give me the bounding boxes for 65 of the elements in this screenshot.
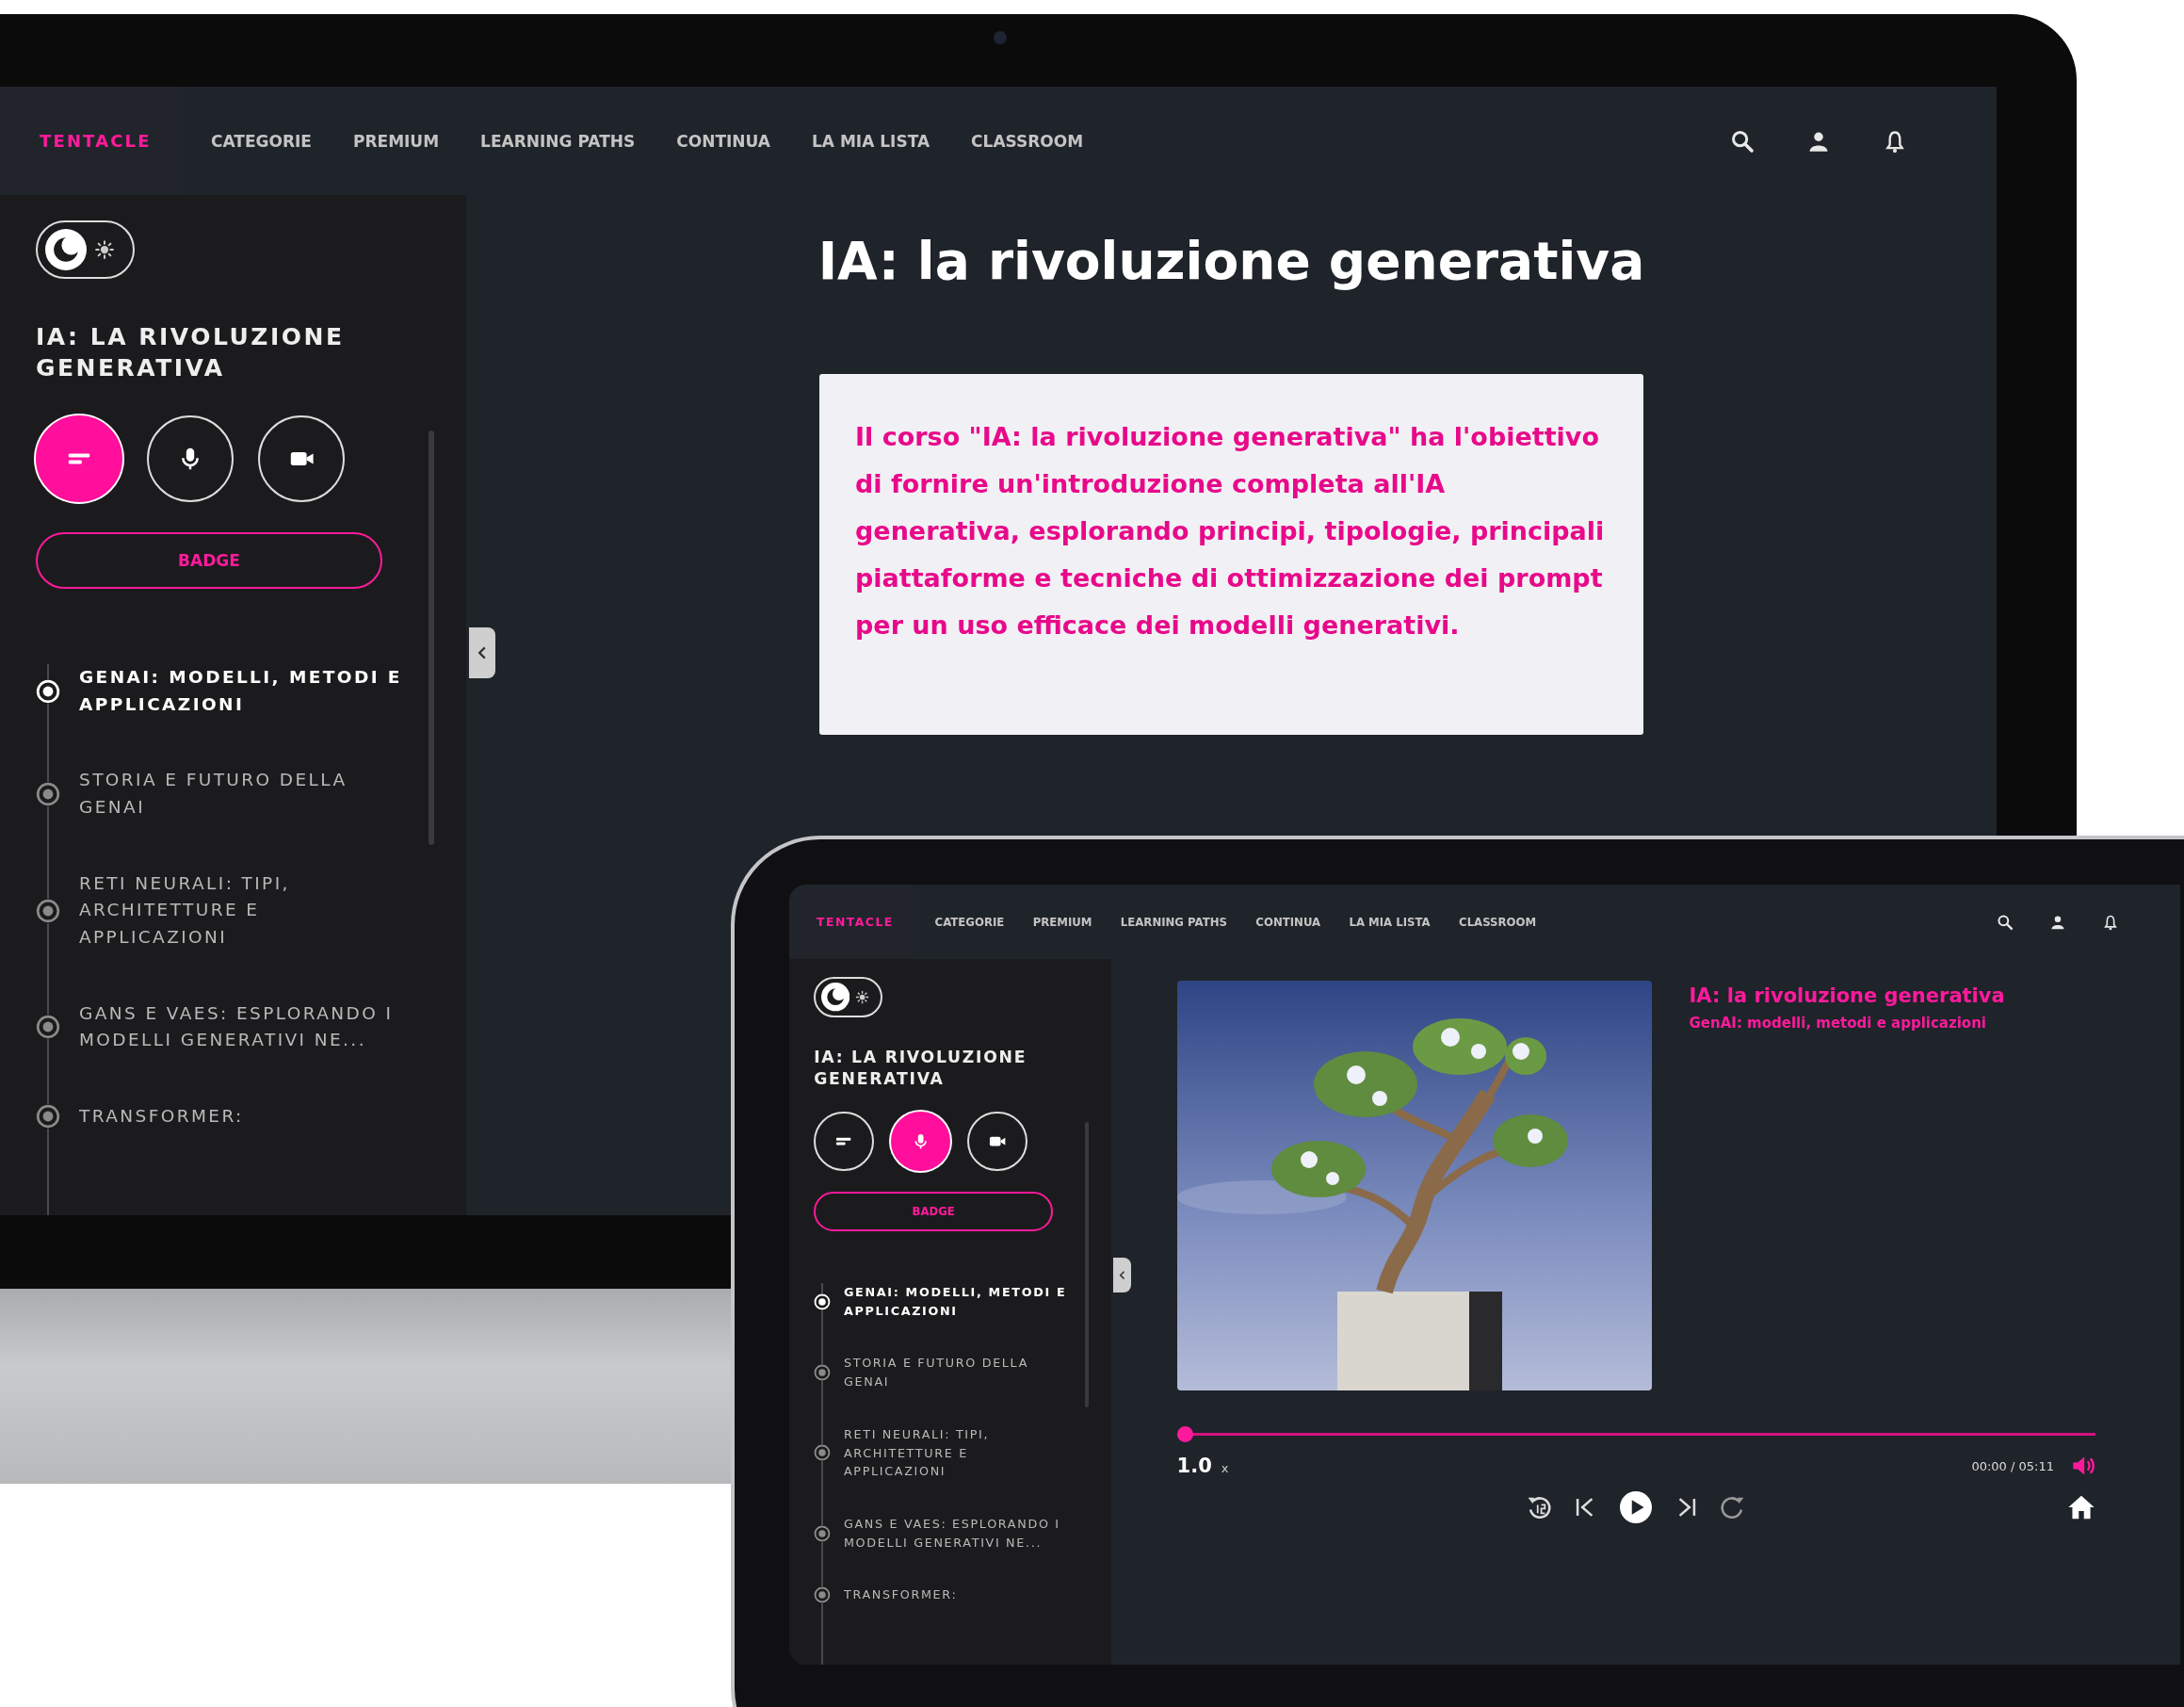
playback-speed[interactable]: 1.0 xyxy=(1176,1455,1212,1478)
progress-thumb[interactable] xyxy=(1176,1426,1193,1443)
search-icon[interactable] xyxy=(1996,913,2014,931)
nav-link[interactable]: CLASSROOM xyxy=(1459,915,1537,929)
chapter-link[interactable]: GANS E VAES: ESPLORANDO I MODELLI GENERATIVI NE... xyxy=(814,1515,1071,1553)
course-title: IA: LA RIVOLUZIONE GENERATIVA xyxy=(36,322,346,383)
course-description: Il corso "IA: la rivoluzione generativa" ha l'obiettivo di fornire un'introduzione completa all'IA generativa, esplorando principi, tipologie, principali piattaforme e tecniche di ottimizzazione dei prompt per un uso efficace dei modelli generativi. xyxy=(855,421,1606,642)
nav-link[interactable]: CONTINUA xyxy=(676,131,770,151)
radio-dot-icon xyxy=(814,1444,832,1462)
scrollbar[interactable] xyxy=(429,431,434,845)
brand-logo[interactable]: TENTACLE xyxy=(40,131,152,151)
theme-toggle[interactable] xyxy=(36,220,135,279)
sun-icon xyxy=(94,239,115,260)
badge-button[interactable]: BADGE xyxy=(36,532,382,589)
theme-toggle[interactable] xyxy=(814,976,882,1017)
chapter-link[interactable]: GENAI: MODELLI, METODI E APPLICAZIONI xyxy=(36,664,408,719)
nav-link[interactable]: LEARNING PATHS xyxy=(480,131,636,151)
brand-logo[interactable]: TENTACLE xyxy=(816,915,894,930)
sun-icon xyxy=(854,989,869,1004)
collapse-icon[interactable] xyxy=(469,627,495,678)
playback-time: 00:00 / 05:11 xyxy=(1971,1458,2054,1473)
search-icon[interactable] xyxy=(1730,128,1755,154)
moon-icon xyxy=(820,983,850,1012)
chapter-link[interactable]: RETI NEURALI: TIPI, ARCHITETTURE E APPLICAZIONI xyxy=(814,1424,1071,1482)
audio-mode-button[interactable] xyxy=(890,1111,951,1172)
collapse-icon[interactable] xyxy=(1112,1258,1131,1293)
chapter-link[interactable]: STORIA E FUTURO DELLA GENAI xyxy=(814,1354,1071,1391)
speed-unit: x xyxy=(1221,1461,1229,1476)
chapter-link[interactable]: TRANSFORMER: xyxy=(814,1585,1071,1605)
course-heading: IA: la rivoluzione generativa xyxy=(817,231,1645,291)
nav-link[interactable]: CATEGORIE xyxy=(934,915,1005,929)
nav-link[interactable]: LEARNING PATHS xyxy=(1120,915,1227,929)
nav-link[interactable]: LA MIA LISTA xyxy=(812,131,930,151)
chapter-link[interactable]: GANS E VAES: ESPLORANDO I MODELLI GENERATIVI NE... xyxy=(36,1000,408,1055)
nav-link[interactable]: CATEGORIE xyxy=(211,131,312,151)
lesson-course-title: IA: la rivoluzione generativa xyxy=(1689,984,2005,1008)
radio-dot-icon xyxy=(814,1292,832,1310)
nav-link[interactable]: PREMIUM xyxy=(352,131,440,151)
radio-dot-icon xyxy=(814,1364,832,1382)
radio-dot-icon xyxy=(814,1586,832,1604)
chapter-link[interactable]: GENAI: MODELLI, METODI E APPLICAZIONI xyxy=(814,1282,1071,1321)
radio-dot-icon xyxy=(36,1104,60,1130)
scrollbar[interactable] xyxy=(1084,1121,1090,1408)
play-icon[interactable] xyxy=(1620,1491,1653,1524)
moon-icon xyxy=(45,229,87,270)
nav-link[interactable]: LA MIA LISTA xyxy=(1349,915,1431,929)
radio-dot-icon xyxy=(36,678,60,704)
nav-link[interactable]: CONTINUA xyxy=(1255,915,1321,929)
bell-icon[interactable] xyxy=(2101,913,2119,931)
course-title: IA: LA RIVOLUZIONE GENERATIVA xyxy=(814,1047,1028,1090)
badge-button[interactable]: BADGE xyxy=(814,1192,1054,1231)
lesson-title: GenAI: modelli, metodi e applicazioni xyxy=(1689,1015,1987,1032)
radio-dot-icon xyxy=(814,1524,832,1542)
nav-link[interactable]: CLASSROOM xyxy=(971,131,1084,151)
text-mode-button[interactable] xyxy=(36,415,122,502)
replay-icon[interactable] xyxy=(1526,1494,1553,1521)
chapter-link[interactable]: RETI NEURALI: TIPI, ARCHITETTURE E APPLICAZIONI xyxy=(36,870,408,951)
chapter-link[interactable]: STORIA E FUTURO DELLA GENAI xyxy=(36,767,408,821)
radio-dot-icon xyxy=(36,1015,60,1040)
video-mode-button[interactable] xyxy=(258,415,345,502)
nav-link[interactable]: PREMIUM xyxy=(1032,915,1092,929)
radio-dot-icon xyxy=(36,782,60,806)
chapter-link[interactable]: TRANSFORMER: xyxy=(36,1103,408,1130)
radio-dot-icon xyxy=(36,898,60,923)
video-mode-button[interactable] xyxy=(967,1111,1027,1172)
